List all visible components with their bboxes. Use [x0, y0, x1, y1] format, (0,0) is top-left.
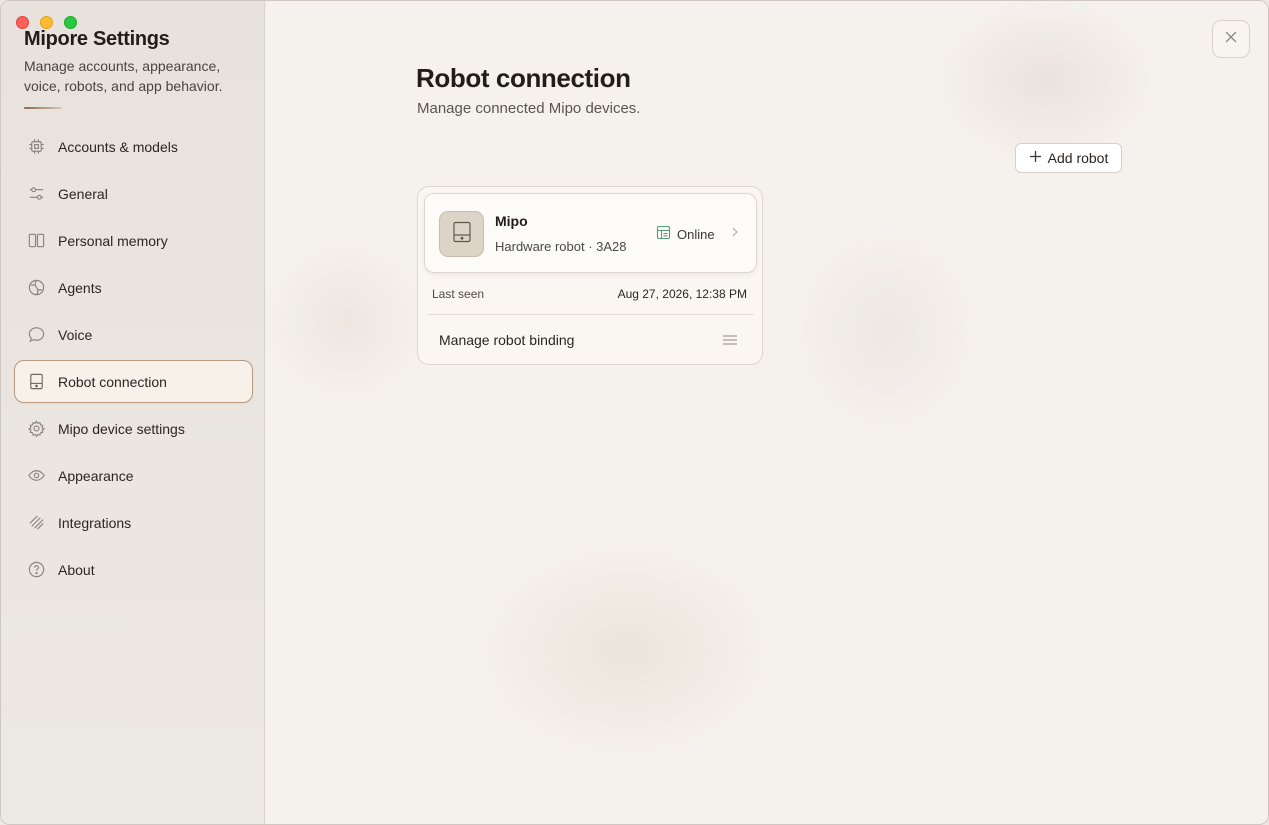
- add-robot-label: Add robot: [1047, 150, 1109, 166]
- close-settings-button[interactable]: [1212, 20, 1250, 58]
- status-badge: Online: [656, 225, 715, 243]
- plus-icon: [1029, 150, 1042, 166]
- window-maximize-button[interactable]: [64, 16, 77, 29]
- sidebar-item-mipo-device-settings[interactable]: Mipo device settings: [14, 407, 253, 450]
- sidebar-item-label: Integrations: [58, 514, 132, 531]
- sidebar: Mipore Settings Manage accounts, appeara…: [1, 1, 265, 824]
- manage-robot-binding-row[interactable]: Manage robot binding: [428, 321, 754, 359]
- sidebar-item-voice[interactable]: Voice: [14, 313, 253, 356]
- sidebar-item-label: Accounts & models: [58, 138, 178, 155]
- last-seen-value: Aug 27, 2026, 12:38 PM: [617, 287, 747, 301]
- page-title: Robot connection: [416, 63, 631, 93]
- sidebar-item-label: Personal memory: [58, 232, 168, 249]
- sliders-icon: [26, 184, 46, 204]
- accent-divider: [24, 107, 62, 109]
- sidebar-item-robot-connection[interactable]: Robot connection: [14, 360, 253, 403]
- app-title: Mipore Settings: [24, 28, 170, 50]
- eye-icon: [26, 466, 46, 486]
- sidebar-item-general[interactable]: General: [14, 172, 253, 215]
- main-panel: Robot connection Manage connected Mipo d…: [266, 1, 1268, 824]
- agent-globe-icon: [26, 278, 46, 298]
- add-robot-button[interactable]: Add robot: [1015, 143, 1122, 173]
- robot-name: Mipo: [495, 213, 528, 229]
- robot-avatar: [439, 211, 484, 257]
- sidebar-item-label: Appearance: [58, 467, 134, 484]
- robot-device-icon: [26, 372, 46, 392]
- chevron-right-icon: [730, 225, 740, 244]
- window-minimize-button[interactable]: [40, 16, 53, 29]
- online-status-icon: [656, 225, 671, 243]
- sidebar-item-label: About: [58, 561, 95, 578]
- robot-meta: Hardware robot · 3A28: [495, 239, 627, 254]
- integrations-icon: [26, 513, 46, 533]
- manage-robot-binding-label: Manage robot binding: [439, 332, 575, 348]
- close-icon: [1223, 29, 1239, 50]
- sidebar-item-personal-memory[interactable]: Personal memory: [14, 219, 253, 262]
- robot-device-icon: [452, 221, 472, 248]
- speech-bubble-icon: [26, 325, 46, 345]
- gear-icon: [26, 419, 46, 439]
- robot-card: Mipo Hardware robot · 3A28 Online Last s…: [417, 186, 763, 365]
- sidebar-nav: Accounts & models General Personal memor…: [14, 125, 253, 595]
- window-close-button[interactable]: [16, 16, 29, 29]
- book-icon: [26, 231, 46, 251]
- settings-window: Mipore Settings Manage accounts, appeara…: [0, 0, 1269, 825]
- robot-row[interactable]: Mipo Hardware robot · 3A28 Online: [424, 193, 757, 273]
- sidebar-item-label: Agents: [58, 279, 102, 296]
- app-subtitle: Manage accounts, appearance, voice, robo…: [24, 58, 223, 94]
- chip-icon: [26, 137, 46, 157]
- sidebar-item-integrations[interactable]: Integrations: [14, 501, 253, 544]
- last-seen-label: Last seen: [432, 287, 485, 301]
- sidebar-item-about[interactable]: About: [14, 548, 253, 591]
- sidebar-item-agents[interactable]: Agents: [14, 266, 253, 309]
- sidebar-item-label: General: [58, 185, 108, 202]
- sidebar-item-label: Mipo device settings: [58, 420, 185, 437]
- help-circle-icon: [26, 560, 46, 580]
- sidebar-item-accounts-models[interactable]: Accounts & models: [14, 125, 253, 168]
- sidebar-item-appearance[interactable]: Appearance: [14, 454, 253, 497]
- sidebar-item-label: Robot connection: [58, 373, 167, 390]
- page-subtitle: Manage connected Mipo devices.: [417, 100, 641, 117]
- window-controls: [16, 16, 77, 29]
- sidebar-item-label: Voice: [58, 326, 93, 343]
- menu-lines-icon: [723, 333, 737, 351]
- card-divider: [428, 314, 754, 315]
- status-text: Online: [677, 226, 715, 242]
